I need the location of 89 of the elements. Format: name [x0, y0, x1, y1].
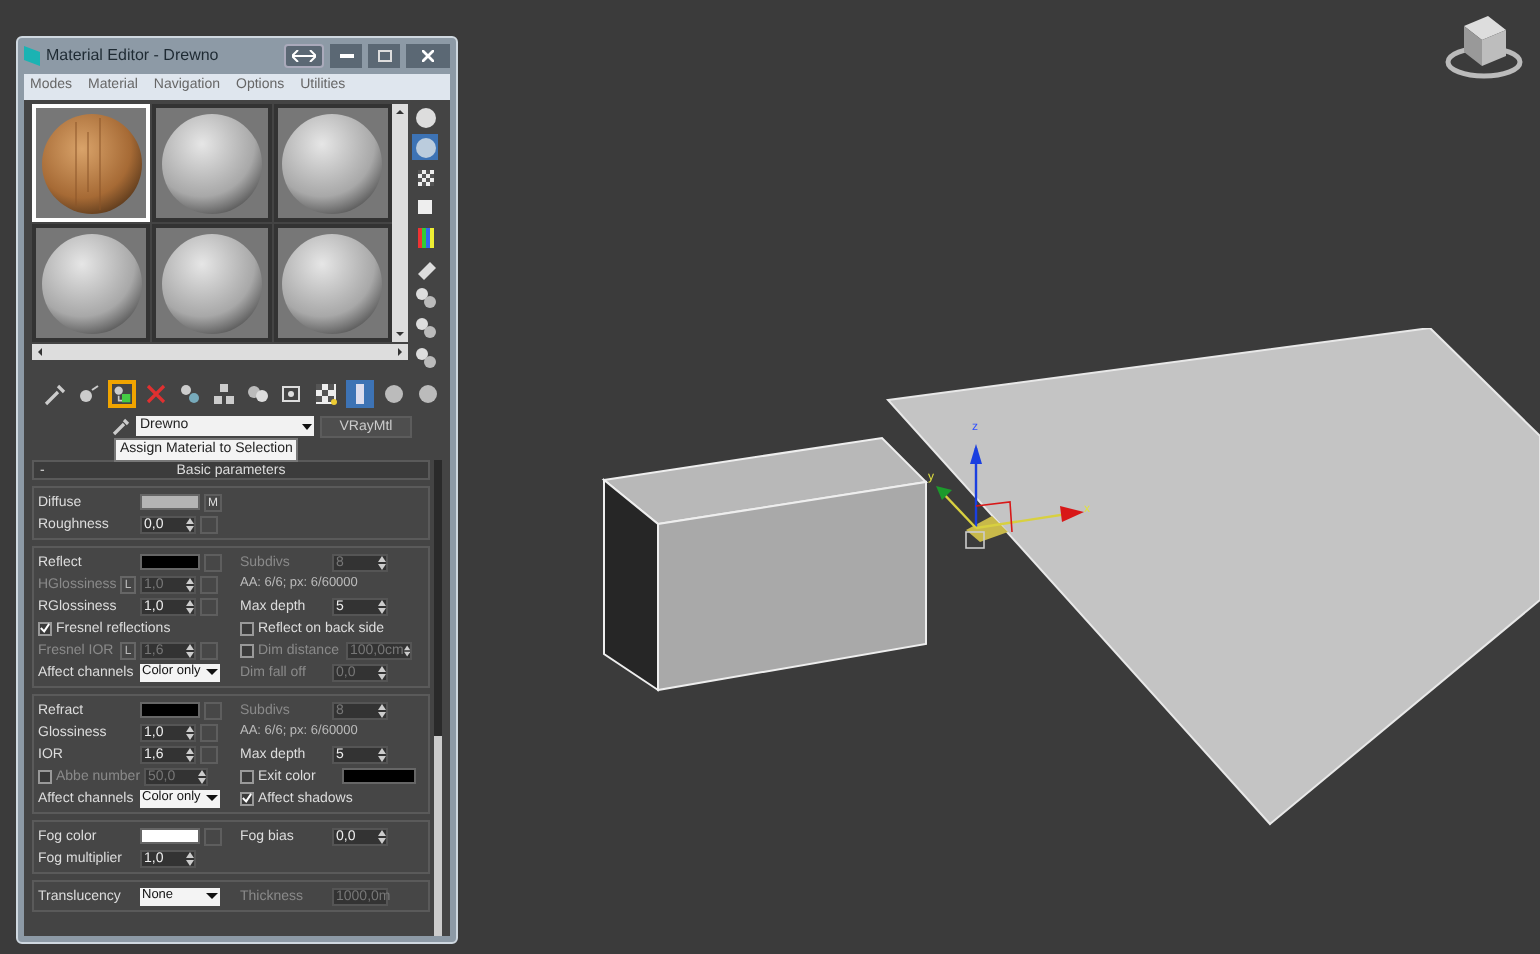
checker-icon	[314, 382, 338, 406]
material-slot[interactable]	[273, 224, 392, 342]
material-slot[interactable]	[273, 104, 392, 222]
swap-button[interactable]	[284, 44, 324, 68]
eyedropper-icon[interactable]	[112, 417, 130, 435]
sphere-icon	[280, 111, 385, 215]
hierarchy-icon	[212, 382, 236, 406]
double-arrow-icon	[292, 50, 316, 62]
assign-material-icon	[112, 382, 132, 406]
color-swatch[interactable]	[140, 828, 200, 844]
side-tool-button[interactable]	[412, 224, 438, 250]
spinner-arrows-icon[interactable]	[186, 599, 194, 613]
sphere-arrow-icon	[76, 382, 100, 406]
map-icon	[280, 382, 304, 406]
side-tool-button[interactable]	[412, 164, 438, 190]
sphere-icon	[159, 231, 264, 335]
checkmark-icon	[242, 792, 252, 804]
spinner-arrows-icon[interactable]	[378, 829, 386, 843]
sphere-icon	[413, 135, 437, 159]
wood-sphere-icon	[39, 111, 144, 215]
scrollbar-thumb[interactable]	[434, 736, 442, 936]
sphere-icon	[280, 231, 385, 335]
color-swatch[interactable]	[140, 554, 200, 570]
side-tool-button[interactable]	[412, 194, 438, 220]
color-swatch[interactable]	[342, 768, 416, 784]
toolbar-button[interactable]	[244, 380, 272, 408]
app-logo-icon	[24, 46, 40, 66]
dropdown-arrow-icon	[206, 890, 218, 902]
sphere-icon	[39, 231, 144, 335]
spheres-icon	[413, 285, 437, 309]
spheres-icon	[413, 315, 437, 339]
dropdown-arrow-icon	[300, 419, 314, 433]
side-tool-button[interactable]	[412, 284, 438, 310]
material-slot[interactable]	[152, 224, 272, 342]
minimize-button[interactable]	[330, 44, 362, 68]
color-swatch[interactable]	[140, 494, 200, 510]
checkbox[interactable]	[240, 791, 254, 805]
toolbar-button[interactable]	[380, 380, 408, 408]
spheres-icon	[416, 382, 440, 406]
toolbar-button[interactable]	[278, 380, 306, 408]
spinner-arrows-icon[interactable]	[186, 851, 194, 865]
side-tool-button[interactable]	[412, 314, 438, 340]
toolbar-button[interactable]	[312, 380, 340, 408]
toolbar-button[interactable]	[40, 380, 68, 408]
spinner-arrows-icon[interactable]	[378, 599, 386, 613]
sphere-icon	[413, 105, 437, 129]
checker-icon	[413, 165, 437, 189]
side-tool-button[interactable]	[412, 344, 438, 370]
maximize-button[interactable]	[368, 44, 400, 68]
color-swatch[interactable]	[140, 702, 200, 718]
close-button[interactable]	[406, 44, 450, 68]
spheres-icon	[382, 382, 406, 406]
dropdown-arrow-icon	[206, 792, 218, 804]
spinner-arrows-icon[interactable]	[186, 747, 194, 761]
minimize-icon	[339, 54, 353, 58]
toolbar-button[interactable]	[74, 380, 102, 408]
delete-icon	[144, 382, 168, 406]
maximize-icon	[377, 50, 391, 62]
toolbar-button[interactable]	[346, 380, 374, 408]
panel-scrollbar[interactable]	[434, 460, 442, 936]
color-bars-icon	[413, 225, 437, 249]
side-tool-button[interactable]	[412, 104, 438, 130]
up-arrow-icon	[392, 104, 408, 120]
toolbar-button[interactable]	[414, 380, 442, 408]
spinner-arrows-icon[interactable]	[378, 747, 386, 761]
toolbar-button[interactable]	[108, 380, 136, 408]
spinner-arrows-icon[interactable]	[186, 725, 194, 739]
material-slot[interactable]	[32, 224, 151, 342]
copy-icon	[178, 382, 202, 406]
close-icon	[422, 50, 434, 62]
window-title: Material Editor - Drewno	[46, 44, 219, 68]
toolbar-button[interactable]	[176, 380, 204, 408]
square-icon	[413, 195, 437, 219]
checkbox[interactable]	[38, 621, 52, 635]
spheres-icon	[246, 382, 270, 406]
dropper-icon	[42, 382, 66, 406]
sphere-icon	[159, 111, 264, 215]
checkmark-icon	[40, 622, 50, 634]
material-slot[interactable]	[152, 104, 272, 222]
right-arrow-icon	[392, 344, 408, 360]
down-arrow-icon	[392, 326, 408, 342]
spheres-icon	[413, 345, 437, 369]
toolbar-button[interactable]	[210, 380, 238, 408]
slot-scrollbar[interactable]	[392, 104, 408, 342]
checkbox[interactable]	[240, 769, 254, 783]
slot-horizontal-scrollbar[interactable]	[32, 344, 408, 360]
dropdown-arrow-icon	[206, 666, 218, 678]
spinner-arrows-icon[interactable]	[186, 517, 194, 531]
checkbox[interactable]	[240, 621, 254, 635]
